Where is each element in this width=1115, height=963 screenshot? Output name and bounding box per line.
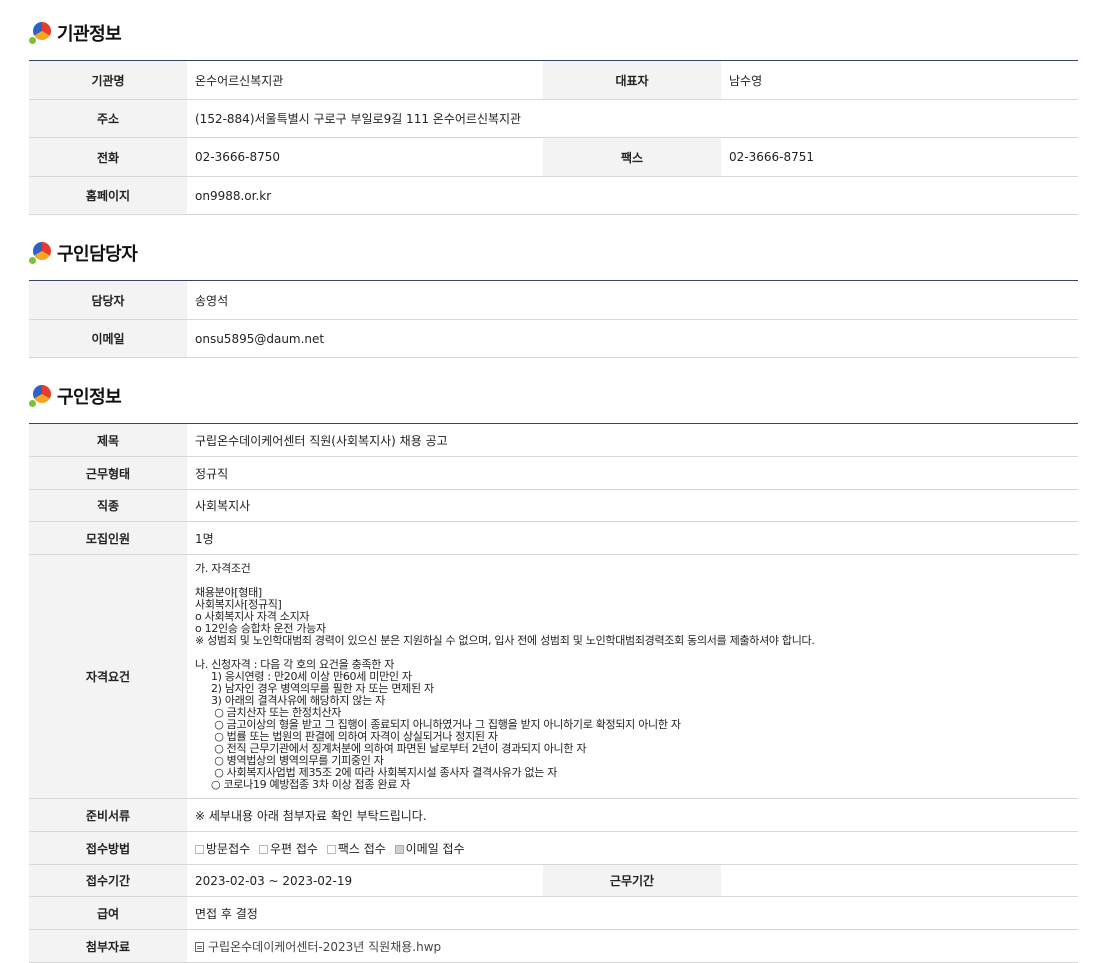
required-documents: ※ 세부내용 아래 첨부자료 확인 부탁드립니다. xyxy=(187,798,1078,832)
method-visit: 방문접수 xyxy=(195,842,250,856)
org-info-table: 기관명 온수어르신복지관 대표자 남수영 주소 (152-884)서울특별시 구… xyxy=(29,60,1078,215)
occupation: 사회복지사 xyxy=(187,489,1078,522)
row-label: 팩스 xyxy=(543,137,721,177)
attachment-link[interactable]: 구립온수데이케어센터-2023년 직원채용.hwp xyxy=(208,940,441,954)
row-label: 직종 xyxy=(29,489,187,522)
section-title: 구인정보 xyxy=(57,387,122,408)
application-methods: 방문접수 우편 접수 팩스 접수 이메일 접수 xyxy=(187,831,1078,865)
section-logo-icon xyxy=(29,242,51,264)
headcount: 1명 xyxy=(187,521,1078,555)
table-row: 이메일 onsu5895@daum.net xyxy=(29,319,1078,358)
row-label: 제목 xyxy=(29,423,187,457)
contact-table: 담당자 송영석 이메일 onsu5895@daum.net xyxy=(29,280,1078,358)
table-row: 홈페이지 on9988.or.kr xyxy=(29,176,1078,215)
contact-person: 송영석 xyxy=(187,280,1078,320)
method-fax: 팩스 접수 xyxy=(326,842,386,856)
table-row: 전화 02-3666-8750 팩스 02-3666-8751 xyxy=(29,137,1078,177)
table-row: 직종 사회복지사 xyxy=(29,489,1078,522)
job-info-table: 제목 구립온수데이케어센터 직원(사회복지사) 채용 공고 근무형태 정규직 직… xyxy=(29,423,1078,963)
row-label: 홈페이지 xyxy=(29,176,187,215)
homepage-link[interactable]: on9988.or.kr xyxy=(187,176,1078,215)
address: (152-884)서울특별시 구로구 부일로9길 111 온수어르신복지관 xyxy=(187,99,1078,138)
table-row: 급여 면접 후 결정 xyxy=(29,896,1078,930)
job-title: 구립온수데이케어센터 직원(사회복지사) 채용 공고 xyxy=(187,423,1078,457)
representative: 남수영 xyxy=(721,60,1078,100)
table-row: 담당자 송영석 xyxy=(29,280,1078,320)
table-row: 주소 (152-884)서울특별시 구로구 부일로9길 111 온수어르신복지관 xyxy=(29,99,1078,138)
salary: 면접 후 결정 xyxy=(187,896,1078,930)
section-logo-icon xyxy=(29,22,51,44)
checkbox-icon xyxy=(195,844,204,854)
method-email: 이메일 접수 xyxy=(394,842,465,856)
section-title: 구인담당자 xyxy=(57,244,138,265)
row-label: 근무형태 xyxy=(29,456,187,490)
row-label: 준비서류 xyxy=(29,798,187,832)
checkbox-icon xyxy=(326,844,336,854)
phone: 02-3666-8750 xyxy=(187,137,543,177)
fax: 02-3666-8751 xyxy=(721,137,1078,177)
row-label: 주소 xyxy=(29,99,187,138)
row-label: 근무기간 xyxy=(543,864,721,897)
table-row: 접수방법 방문접수 우편 접수 팩스 접수 이메일 접수 xyxy=(29,831,1078,865)
qualifications-text: 가. 자격조건 채용분야[형태] 사회복지사[정규직] o 사회복지사 자격 소… xyxy=(187,554,1078,799)
method-mail: 우편 접수 xyxy=(259,842,318,856)
org-name: 온수어르신복지관 xyxy=(187,60,543,100)
row-label: 급여 xyxy=(29,896,187,930)
contact-email[interactable]: onsu5895@daum.net xyxy=(187,319,1078,358)
section-logo-icon xyxy=(29,385,51,407)
table-row: 접수기간 2023-02-03 ~ 2023-02-19 근무기간 xyxy=(29,864,1078,897)
row-label: 전화 xyxy=(29,137,187,177)
table-row: 모집인원 1명 xyxy=(29,521,1078,555)
table-row: 근무형태 정규직 xyxy=(29,456,1078,490)
row-label: 접수방법 xyxy=(29,831,187,865)
file-icon xyxy=(195,941,204,952)
row-label: 모집인원 xyxy=(29,521,187,555)
row-label: 접수기간 xyxy=(29,864,187,897)
application-period: 2023-02-03 ~ 2023-02-19 xyxy=(187,864,543,897)
row-label: 자격요건 xyxy=(29,554,187,799)
checkbox-icon xyxy=(259,844,268,854)
row-label: 기관명 xyxy=(29,60,187,100)
work-period xyxy=(721,864,1078,897)
section-header-contact: 구인담당자 xyxy=(29,240,138,266)
section-title: 기관정보 xyxy=(57,24,122,45)
section-header-job: 구인정보 xyxy=(29,383,122,409)
employment-type: 정규직 xyxy=(187,456,1078,490)
section-header-org: 기관정보 xyxy=(29,20,122,46)
table-row: 기관명 온수어르신복지관 대표자 남수영 xyxy=(29,60,1078,100)
table-row: 준비서류 ※ 세부내용 아래 첨부자료 확인 부탁드립니다. xyxy=(29,798,1078,832)
table-row: 자격요건 가. 자격조건 채용분야[형태] 사회복지사[정규직] o 사회복지사… xyxy=(29,554,1078,799)
row-label: 이메일 xyxy=(29,319,187,358)
checkbox-checked-icon xyxy=(394,844,404,854)
table-row: 제목 구립온수데이케어센터 직원(사회복지사) 채용 공고 xyxy=(29,423,1078,457)
row-label: 담당자 xyxy=(29,280,187,320)
row-label: 대표자 xyxy=(543,60,721,100)
